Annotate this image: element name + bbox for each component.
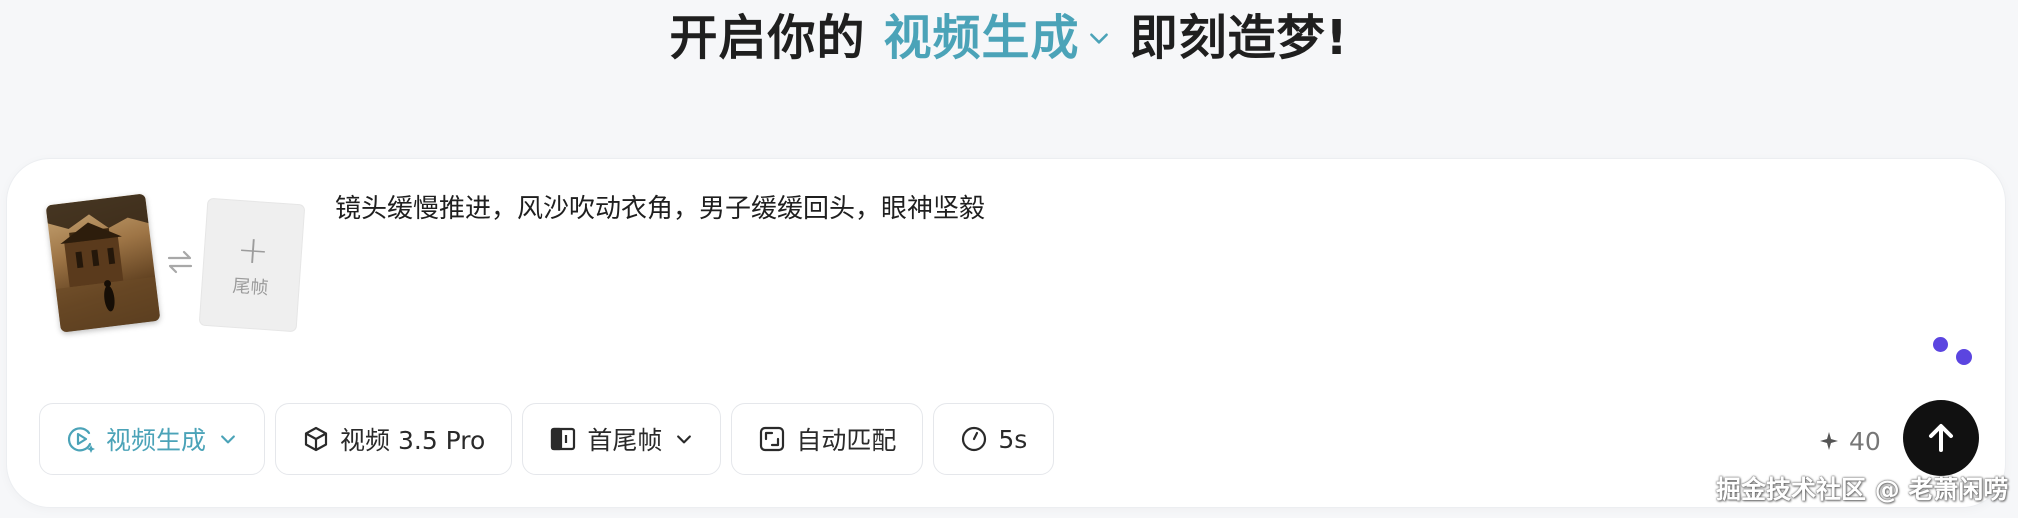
duration-label: 5s [998,424,1028,454]
loading-dot [1933,337,1948,352]
plus-icon: + [235,226,271,274]
last-frame-label: 尾帧 [231,275,270,300]
mode-selector[interactable]: 视频生成 [884,6,1130,70]
mode-selector-label: 视频生成 [883,10,1080,66]
frames-mode-dropdown[interactable]: 首尾帧 [522,403,722,475]
page: 开启你的 视频生成 即刻造梦! + 尾帧 镜头缓慢推进，风沙吹动衣角，男子缓缓回… [0,0,2018,518]
clock-icon [962,426,987,452]
frame-split-icon [551,427,576,451]
cube-icon [304,426,328,452]
send-button[interactable] [1903,400,1979,476]
headline-prefix: 开启你的 [669,10,866,66]
sparkle-icon [1820,432,1838,450]
first-frame-image [45,193,161,333]
frames-mode-label: 首尾帧 [587,426,663,455]
prompt-card: + 尾帧 镜头缓慢推进，风沙吹动衣角，男子缓缓回头，眼神坚毅 视频生成 视频 3… [6,158,2006,508]
mode-dropdown[interactable]: 视频生成 [39,403,266,475]
chevron-down-icon [221,435,235,444]
credits-display: 40 [1819,421,1881,461]
headline: 开启你的 视频生成 即刻造梦! [0,6,2018,70]
first-frame-thumbnail[interactable] [45,193,161,333]
aspect-ratio-icon [760,426,785,452]
chevron-down-icon [677,435,692,444]
chevron-down-icon [1089,33,1108,44]
model-selector-label: 视频 3.5 Pro [340,426,486,455]
model-selector[interactable]: 视频 3.5 Pro [275,403,513,475]
credits-value: 40 [1849,426,1881,456]
prompt-input[interactable]: 镜头缓慢推进，风沙吹动衣角，男子缓缓回头，眼神坚毅 [335,191,1915,227]
aspect-ratio-label: 自动匹配 [796,426,897,455]
duration-selector[interactable]: 5s [933,403,1055,475]
headline-suffix: 即刻造梦! [1129,10,1349,66]
toolbar: 视频生成 视频 3.5 Pro 首尾帧 自动匹配 5s [39,403,1055,477]
last-frame-upload[interactable]: + 尾帧 [198,197,306,333]
loading-dot [1956,349,1972,365]
video-generate-icon [67,427,95,453]
arrow-up-icon [1929,424,1953,452]
watermark: 掘金技术社区 @ 老萧闲唠 [1716,475,2009,504]
swap-arrows-icon[interactable] [165,249,195,275]
aspect-ratio-selector[interactable]: 自动匹配 [731,403,924,475]
mode-dropdown-label: 视频生成 [106,426,207,455]
